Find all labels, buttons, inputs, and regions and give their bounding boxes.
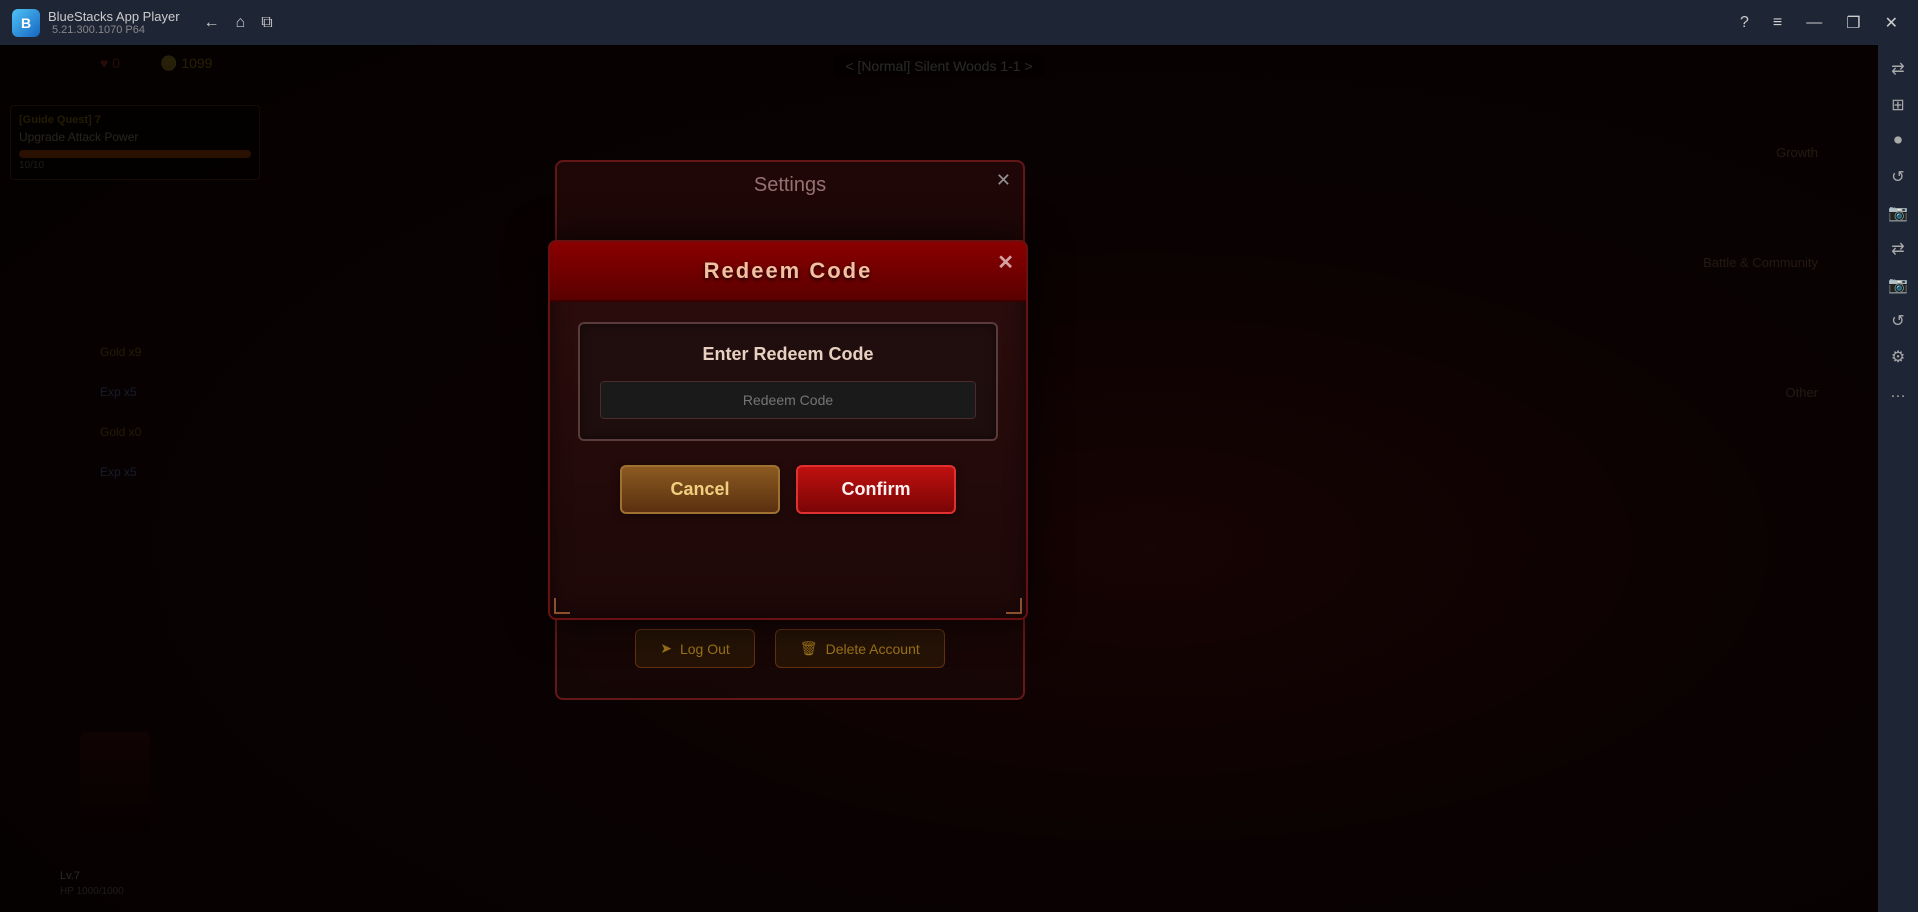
app-logo: B [12,9,40,37]
sidebar-icon-4[interactable]: ↺ [1882,161,1914,193]
restore-button[interactable]: ❐ [1838,9,1868,37]
delete-icon: 🗑 [800,640,818,657]
sidebar-icon-3[interactable]: ⏺ [1882,125,1914,157]
modal-close-button[interactable]: ✕ [997,250,1014,275]
code-input-label: Enter Redeem Code [702,344,873,365]
modal-action-buttons: Cancel Confirm [620,465,956,514]
sidebar-icon-settings[interactable]: ⚙ [1882,341,1914,373]
logout-button[interactable]: ➤ Log Out [635,629,755,668]
app-version: 5.21.300.1070 P64 [52,24,180,36]
title-nav: ← ⌂ ⧉ [204,14,273,32]
settings-bottom-actions: ➤ Log Out 🗑 Delete Account [557,629,1023,668]
app-name: BlueStacks App Player [48,9,180,24]
right-sidebar: ⇄ ⊞ ⏺ ↺ 📷 ⇄ 📷 ↺ ⚙ … [1878,45,1918,912]
title-bar: B BlueStacks App Player 5.21.300.1070 P6… [0,0,1918,45]
delete-account-button[interactable]: 🗑 Delete Account [775,629,945,668]
window-controls: ? ≡ — ❐ ✕ [1732,9,1906,37]
sidebar-icon-5[interactable]: 📷 [1882,197,1914,229]
back-button[interactable]: ← [204,14,220,32]
corner-decoration-bl [554,598,570,614]
code-input-area: Enter Redeem Code [578,322,998,441]
sidebar-icon-7[interactable]: 📷 [1882,269,1914,301]
modal-body: Enter Redeem Code Cancel Confirm [550,302,1026,534]
modal-title: Redeem Code [704,258,873,283]
sidebar-icon-2[interactable]: ⊞ [1882,89,1914,121]
confirm-button[interactable]: Confirm [796,465,956,514]
corner-decoration-br [1006,598,1022,614]
modal-header: Redeem Code ✕ [550,242,1026,302]
home-button[interactable]: ⌂ [236,14,246,32]
sidebar-icon-more[interactable]: … [1882,377,1914,409]
sidebar-icon-8[interactable]: ↺ [1882,305,1914,337]
settings-close-button[interactable]: ✕ [996,170,1011,191]
minimize-button[interactable]: — [1798,10,1830,36]
sidebar-icon-1[interactable]: ⇄ [1882,53,1914,85]
help-button[interactable]: ? [1732,10,1757,36]
menu-button[interactable]: ≡ [1765,10,1790,36]
sidebar-icon-6[interactable]: ⇄ [1882,233,1914,265]
close-button[interactable]: ✕ [1877,9,1906,37]
copy-button[interactable]: ⧉ [261,14,272,32]
redeem-code-input[interactable] [600,381,976,419]
logout-icon: ➤ [660,640,672,657]
cancel-button[interactable]: Cancel [620,465,780,514]
settings-title: Settings [557,162,1023,209]
redeem-code-modal: Redeem Code ✕ Enter Redeem Code Cancel C… [548,240,1028,620]
